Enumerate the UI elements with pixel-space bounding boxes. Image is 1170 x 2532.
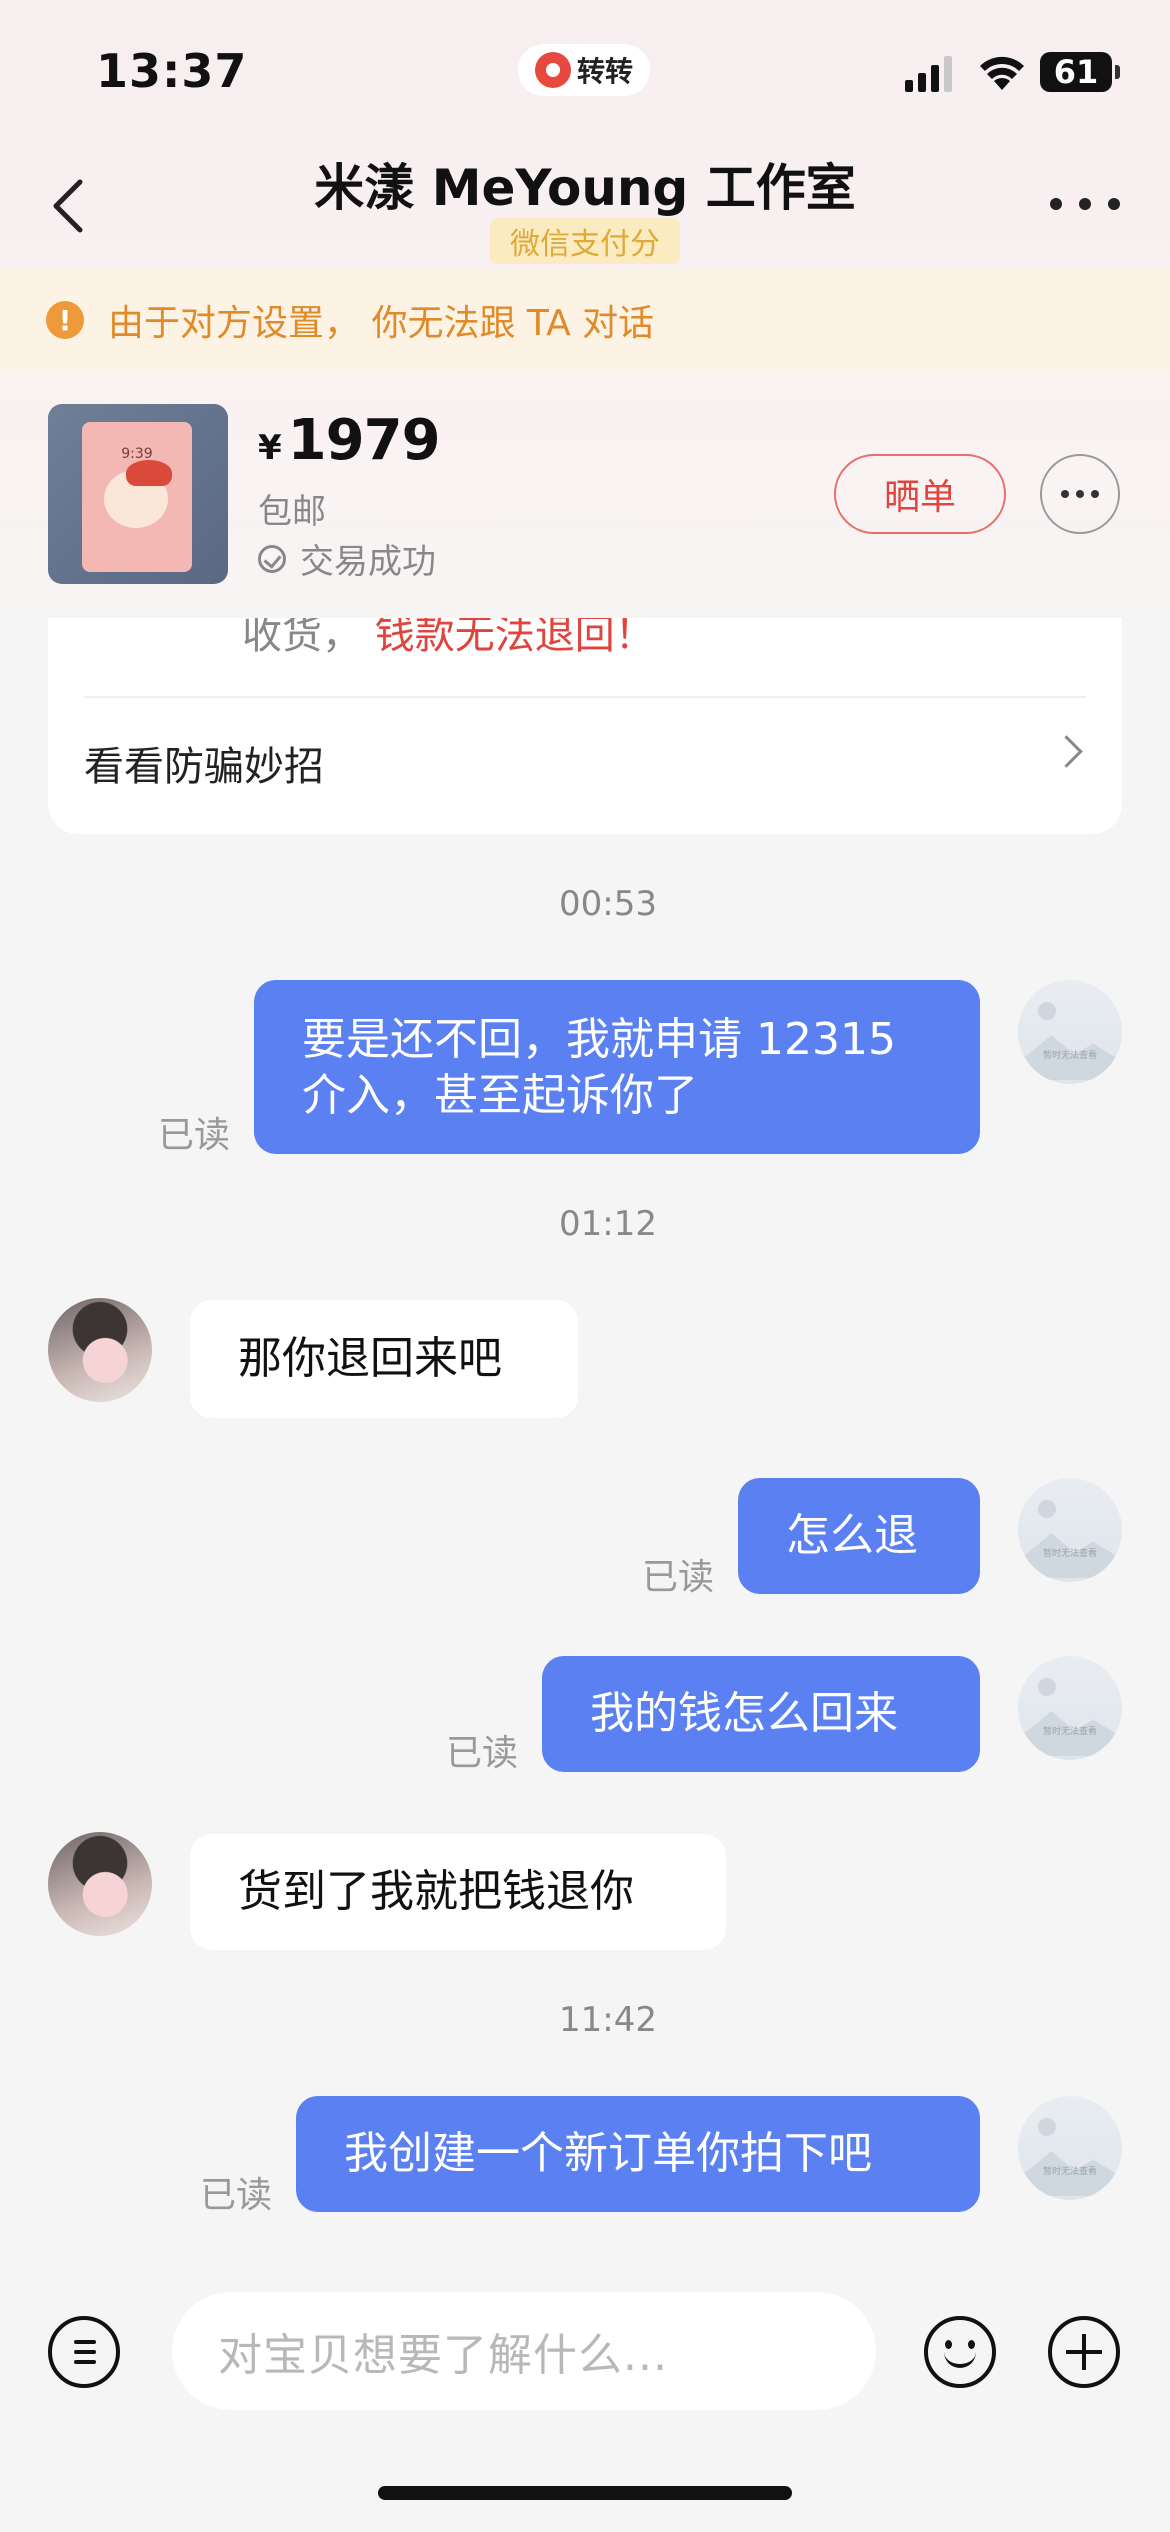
thumb-clock: 9:39: [121, 446, 153, 462]
tip-warning: 钱款无法退回！: [374, 618, 655, 658]
read-receipt: 已读: [446, 1733, 519, 1774]
wifi-icon: [980, 56, 1024, 90]
outgoing-message[interactable]: 要是还不回，我就申请 12315 介入，甚至起诉你了: [254, 980, 980, 1154]
trade-status-text: 交易成功: [300, 542, 436, 582]
divider: [84, 696, 1086, 698]
check-circle-icon: [258, 544, 286, 573]
dot-icon: [1108, 198, 1120, 210]
anti-fraud-link[interactable]: 看看防骗妙招: [84, 734, 324, 792]
cellular-signal-icon: [905, 56, 952, 92]
outgoing-message[interactable]: 我的钱怎么回来: [542, 1656, 980, 1772]
warning-icon: !: [46, 301, 84, 339]
app-logo-icon: [534, 52, 571, 88]
notice-text: 由于对方设置， 你无法跟 TA 对话: [108, 303, 655, 344]
add-attachment-icon[interactable]: [1048, 2316, 1120, 2388]
tablet-screen-image: 9:39: [82, 422, 192, 572]
seller-avatar[interactable]: [48, 1298, 152, 1402]
read-receipt: 已读: [642, 1557, 715, 1598]
self-avatar[interactable]: 暂时无法查看: [1018, 980, 1122, 1084]
message-timestamp: 11:42: [559, 2000, 657, 2040]
wechat-pay-score-badge: 微信支付分: [490, 218, 680, 264]
order-more-button[interactable]: [1040, 454, 1120, 534]
tip-prefix: 收货，: [242, 618, 362, 658]
emoji-icon[interactable]: [924, 2316, 996, 2388]
self-avatar[interactable]: 暂时无法查看: [1018, 1656, 1122, 1760]
outgoing-message[interactable]: 怎么退: [738, 1478, 980, 1594]
dot-icon: [1050, 198, 1062, 210]
dot-icon: [1091, 490, 1099, 498]
incoming-message[interactable]: 那你退回来吧: [190, 1300, 578, 1418]
price-value: 1979: [287, 408, 441, 473]
page-title: 米漾 MeYoung 工作室: [314, 159, 856, 217]
read-receipt: 已读: [158, 1115, 231, 1156]
share-order-button[interactable]: 晒单: [834, 454, 1006, 534]
dot-icon: [1079, 198, 1091, 210]
trade-status: 交易成功: [258, 534, 436, 583]
currency-symbol: ¥: [258, 428, 282, 468]
avatar-caption: 暂时无法查看: [1042, 2167, 1097, 2177]
product-thumbnail[interactable]: 9:39: [48, 404, 228, 584]
battery-indicator: 61: [1040, 52, 1120, 92]
chevron-right-icon: [1050, 735, 1083, 768]
self-avatar[interactable]: 暂时无法查看: [1018, 2096, 1122, 2200]
app-badge[interactable]: 转转: [518, 44, 650, 96]
tip-partial-text: 收货， 钱款无法退回！: [242, 618, 655, 660]
app-badge-label: 转转: [576, 55, 633, 88]
dot-icon: [1061, 490, 1069, 498]
order-price: ¥ 1979: [258, 408, 441, 473]
read-receipt: 已读: [200, 2175, 273, 2216]
menu-icon[interactable]: [48, 2316, 120, 2388]
outgoing-message[interactable]: 我创建一个新订单你拍下吧: [296, 2096, 980, 2212]
self-avatar[interactable]: 暂时无法查看: [1018, 1478, 1122, 1582]
chat-restriction-notice: ! 由于对方设置， 你无法跟 TA 对话: [0, 270, 1170, 370]
seller-avatar[interactable]: [48, 1832, 152, 1936]
status-time: 13:37: [96, 44, 248, 98]
shipping-info: 包邮: [258, 492, 326, 532]
message-timestamp: 00:53: [559, 884, 657, 924]
avatar-caption: 暂时无法查看: [1042, 1051, 1097, 1061]
incoming-message[interactable]: 货到了我就把钱退你: [190, 1834, 726, 1950]
message-timestamp: 01:12: [559, 1204, 657, 1244]
more-options-button[interactable]: [1050, 186, 1120, 222]
message-input[interactable]: 对宝贝想要了解什么...: [172, 2292, 876, 2410]
dot-icon: [1076, 490, 1084, 498]
anti-fraud-tip-card: 收货， 钱款无法退回！ 看看防骗妙招: [48, 618, 1122, 834]
avatar-caption: 暂时无法查看: [1042, 1727, 1097, 1737]
avatar-caption: 暂时无法查看: [1042, 1549, 1097, 1559]
home-indicator: [378, 2486, 792, 2500]
